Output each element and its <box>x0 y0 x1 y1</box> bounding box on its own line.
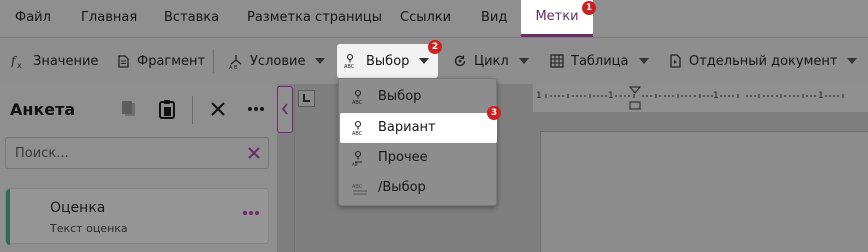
value-button[interactable]: fx Значение <box>11 44 98 78</box>
menu-item-end-choice[interactable]: ABC /Выбор <box>340 173 497 203</box>
tab-insert[interactable]: Вставка <box>164 0 219 37</box>
ribbon-tabs: Файл Главная Вставка Разметка страницы С… <box>0 0 868 37</box>
menu-item-other[interactable]: AB Прочее <box>340 143 497 173</box>
card-accent-bar <box>6 189 10 245</box>
horizontal-ruler[interactable]: 1 1 1 1 <box>533 84 868 112</box>
menu-item-label: Выбор <box>378 89 422 104</box>
step-badge-variant: 3 <box>487 106 501 120</box>
svg-text:ABC: ABC <box>344 64 355 69</box>
tab-stop-selector[interactable] <box>298 90 315 107</box>
copy-button[interactable] <box>117 97 141 121</box>
separate-document-label: Отдельный документ <box>689 53 838 69</box>
chevron-left-icon <box>281 103 288 115</box>
toolbar-separator <box>213 49 214 73</box>
svg-text:AB: AB <box>352 162 358 166</box>
menu-item-label: /Выбор <box>378 180 426 195</box>
condition-button[interactable]: A B Условие <box>228 44 326 78</box>
questionnaire-pane: Анкета Поиск... Оценка Текст оценка <box>0 84 277 252</box>
menu-item-label: Вариант <box>378 120 436 135</box>
list-item[interactable]: Оценка Текст оценка <box>5 188 269 245</box>
svg-text:ABC: ABC <box>352 131 363 136</box>
svg-text:ABC: ABC <box>352 184 363 190</box>
choice-icon: ABC <box>344 53 355 69</box>
choice-button[interactable]: ABC Выбор <box>337 44 438 78</box>
choice-icon: ABC <box>352 89 363 105</box>
svg-text:x: x <box>17 61 22 69</box>
card-more-icon[interactable] <box>241 203 261 223</box>
pane-divider <box>294 84 295 252</box>
condition-icon: A B <box>229 55 242 69</box>
tab-stop-icon <box>303 94 310 102</box>
loop-caret-icon <box>518 58 529 64</box>
choice-label: Выбор <box>366 53 410 69</box>
separate-document-icon <box>670 54 681 68</box>
clear-search-icon[interactable] <box>246 145 262 161</box>
other-icon: AB <box>352 150 362 166</box>
search-field[interactable]: Поиск... <box>5 137 269 169</box>
paste-icon <box>159 100 175 119</box>
collapse-pane-button[interactable] <box>277 86 293 133</box>
condition-caret-icon <box>315 58 326 64</box>
step-badge-choice: 2 <box>428 40 442 54</box>
variant-icon: ABC <box>352 120 363 136</box>
fragment-button[interactable]: Фрагмент <box>115 44 205 78</box>
pane-toolbar-separator <box>192 96 193 124</box>
svg-text:ABC: ABC <box>352 100 363 105</box>
end-choice-icon: ABC <box>352 184 367 195</box>
ruler-label: 1 <box>536 91 542 101</box>
choice-dropdown-menu: ABC Выбор ABC Вариант AB Прочее ABC /Выб… <box>338 78 497 206</box>
card-subtitle: Текст оценка <box>50 222 128 235</box>
fragment-label: Фрагмент <box>137 53 206 69</box>
card-title: Оценка <box>50 200 106 216</box>
tab-references[interactable]: Ссылки <box>400 0 451 37</box>
menu-item-label: Прочее <box>378 150 428 165</box>
svg-text:A B: A B <box>229 65 238 69</box>
document-page[interactable] <box>540 131 868 252</box>
close-icon <box>211 102 225 116</box>
condition-label: Условие <box>250 53 306 69</box>
ruler-label: 1 <box>713 91 719 101</box>
more-options-button[interactable] <box>244 97 268 121</box>
more-icon <box>248 107 264 111</box>
search-placeholder: Поиск... <box>15 146 69 161</box>
ruler-label: 1 <box>818 91 824 101</box>
value-label: Значение <box>33 53 99 69</box>
pane-title: Анкета <box>10 100 76 119</box>
tab-home[interactable]: Главная <box>81 0 137 37</box>
table-caret-icon <box>638 58 649 64</box>
copy-icon <box>122 101 135 116</box>
close-pane-button[interactable] <box>206 97 230 121</box>
menu-item-choice[interactable]: ABC Выбор <box>340 82 497 112</box>
separate-document-button[interactable]: Отдельный документ <box>667 44 858 78</box>
choice-caret-icon <box>419 58 430 64</box>
tab-page-layout[interactable]: Разметка страницы <box>247 0 382 37</box>
step-badge-tab: 1 <box>582 1 596 15</box>
value-icon: fx <box>11 54 22 69</box>
table-button[interactable]: Таблица <box>549 44 649 78</box>
tab-view[interactable]: Вид <box>481 0 507 37</box>
fragment-icon <box>118 55 129 68</box>
paste-button[interactable] <box>155 97 179 121</box>
separate-document-caret-icon <box>847 58 858 64</box>
tab-file[interactable]: Файл <box>15 0 51 37</box>
loop-button[interactable]: Цикл <box>452 44 529 78</box>
table-label: Таблица <box>571 53 629 69</box>
ruler-label: 1 <box>608 91 614 101</box>
loop-icon <box>454 55 466 67</box>
loop-label: Цикл <box>474 53 509 69</box>
table-icon <box>550 54 564 68</box>
menu-item-variant[interactable]: ABC Вариант <box>340 113 497 143</box>
